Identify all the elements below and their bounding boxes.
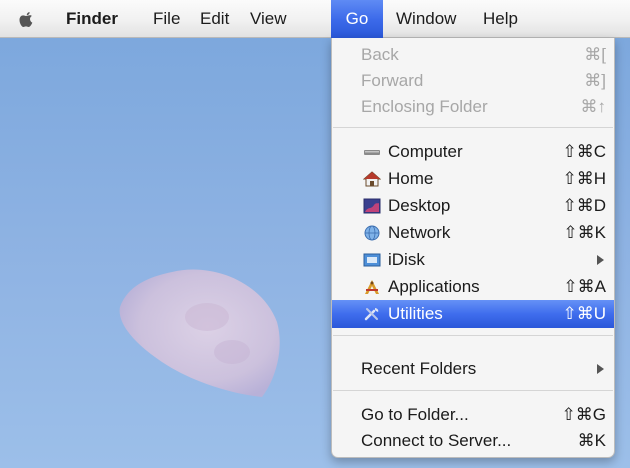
menu-item-label: Applications [388,277,480,296]
menu-item-enclosing-folder[interactable]: Enclosing Folder ⌘↑ [332,93,614,121]
shortcut-label: ⇧⌘U [562,304,606,323]
menu-item-idisk[interactable]: iDisk [332,246,614,274]
computer-icon [364,150,380,155]
apple-menu-icon[interactable] [16,0,40,38]
menu-item-label: Utilities [388,304,443,323]
menu-edit[interactable]: Edit [200,0,229,38]
menu-window[interactable]: Window [396,0,456,38]
menu-go[interactable]: Go [331,0,383,38]
menu-item-applications[interactable]: Applications ⇧⌘A [332,273,614,301]
submenu-arrow-icon [597,364,604,374]
menu-item-go-to-folder[interactable]: Go to Folder... ⇧⌘G [332,401,614,429]
menu-item-label: Forward [361,71,424,90]
menu-bar: Finder File Edit View Go Window Help [0,0,630,38]
shortcut-label: ⇧⌘G [561,405,606,424]
shortcut-label: ⇧⌘A [563,277,606,296]
menu-item-home[interactable]: Home ⇧⌘H [332,165,614,193]
shortcut-label: ⇧⌘H [562,169,606,188]
home-icon [363,171,381,187]
desktop-icon [363,198,381,214]
shortcut-label: ⌘[ [584,45,606,64]
menu-item-label: Desktop [388,196,451,215]
menu-item-label: Network [388,223,451,242]
shortcut-label: ⇧⌘K [563,223,606,242]
menu-item-label: Back [361,45,399,64]
shortcut-label: ⌘K [577,431,606,450]
menu-separator [333,335,613,336]
menu-item-back[interactable]: Back ⌘[ [332,41,614,69]
utilities-icon [364,308,379,321]
applications-icon [365,280,379,294]
menu-view[interactable]: View [250,0,287,38]
network-icon [364,225,380,241]
menu-separator [333,127,613,128]
menu-item-label: iDisk [388,250,425,269]
menu-separator [333,390,613,391]
menu-help[interactable]: Help [483,0,518,38]
idisk-icon [363,253,381,267]
menu-item-label: Computer [388,142,463,161]
moon-image [119,269,280,397]
shortcut-label: ⇧⌘D [562,196,606,215]
menu-item-desktop[interactable]: Desktop ⇧⌘D [332,192,614,220]
menu-item-computer[interactable]: Computer ⇧⌘C [332,138,614,166]
shortcut-label: ⌘↑ [580,97,607,116]
menu-item-recent-folders[interactable]: Recent Folders [332,355,614,383]
menu-item-network[interactable]: Network ⇧⌘K [332,219,614,247]
submenu-arrow-icon [597,255,604,265]
shortcut-label: ⇧⌘C [562,142,606,161]
menu-file[interactable]: File [153,0,180,38]
menu-item-label: Enclosing Folder [361,97,488,116]
shortcut-label: ⌘] [584,71,606,90]
go-menu-dropdown: Back ⌘[ Forward ⌘] Enclosing Folder ⌘↑ C… [331,38,615,458]
menu-item-connect-to-server[interactable]: Connect to Server... ⌘K [332,427,614,455]
menu-item-label: Connect to Server... [361,431,512,450]
menu-item-forward[interactable]: Forward ⌘] [332,67,614,95]
menu-item-label: Home [388,169,434,188]
menu-item-label: Go to Folder... [361,405,469,424]
menu-finder[interactable]: Finder [66,0,118,38]
menu-item-label: Recent Folders [361,359,477,378]
menu-item-utilities[interactable]: Utilities ⇧⌘U [332,300,614,328]
